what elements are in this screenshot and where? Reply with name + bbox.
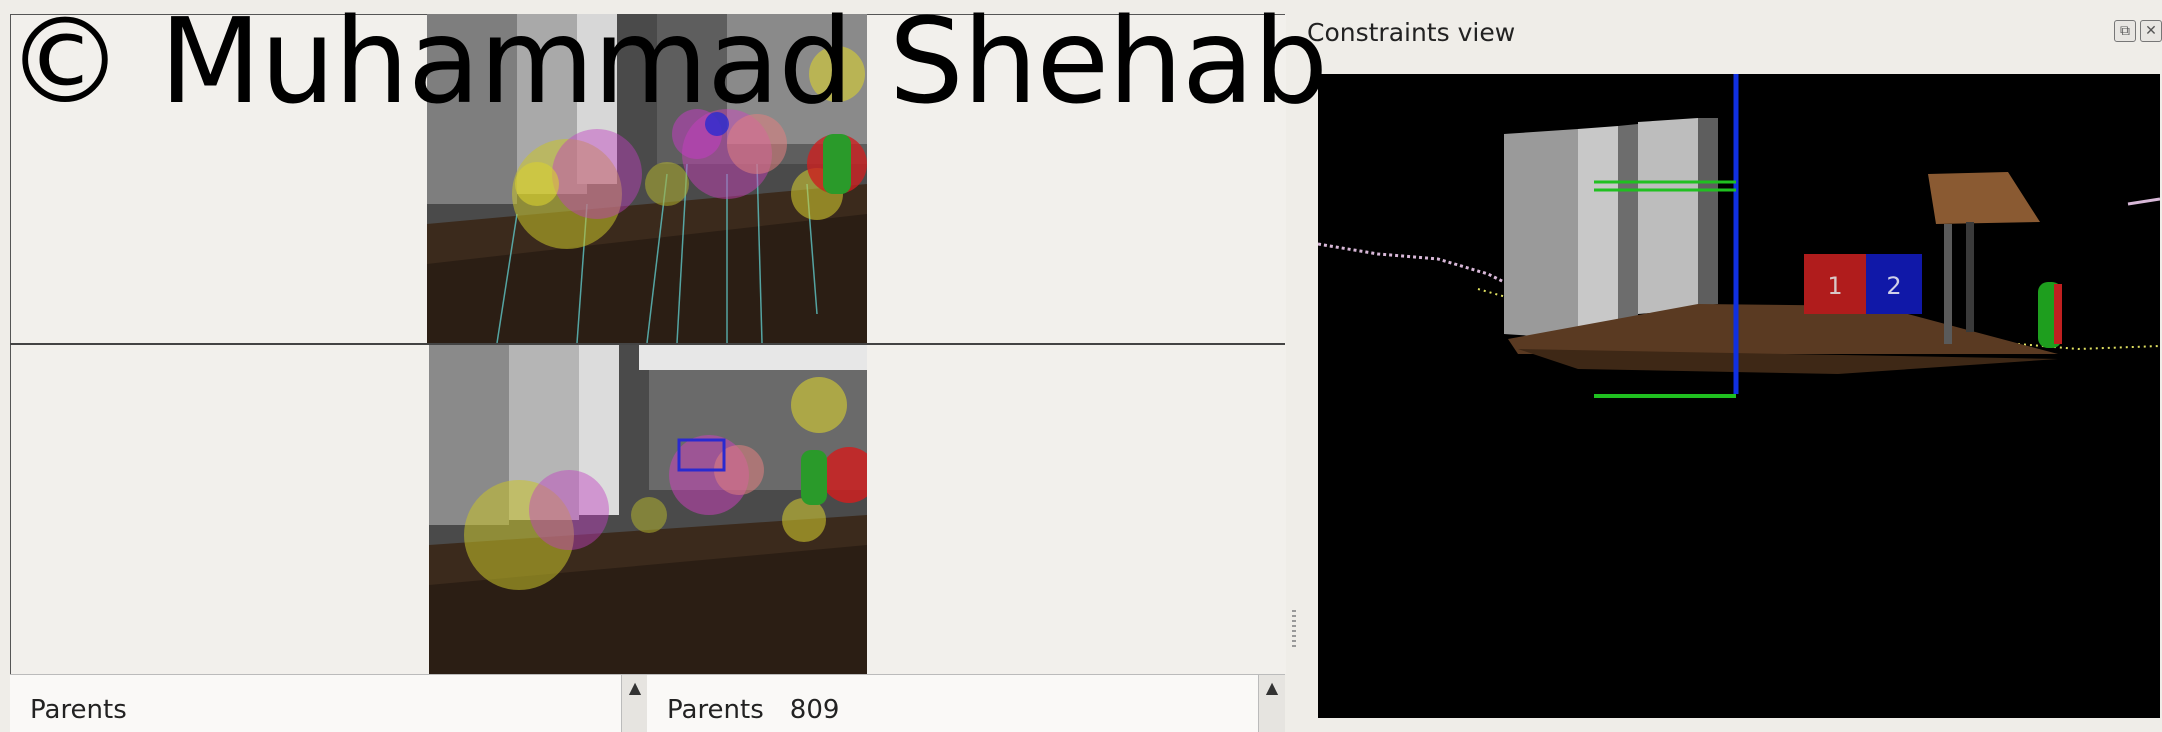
parents-list-left[interactable]: Parents ▲ — [10, 675, 648, 732]
parents-list-right[interactable]: Parents 809 ▲ — [647, 675, 1285, 732]
camera-image-bottom — [429, 345, 867, 674]
splitter-grip[interactable] — [1292, 610, 1296, 650]
box-label-1: 1 — [1827, 272, 1842, 300]
float-window-icon[interactable]: ⧉ — [2114, 20, 2136, 42]
scrollbar-up-right[interactable]: ▲ — [1258, 675, 1285, 732]
scrollbar-up-left[interactable]: ▲ — [621, 675, 648, 732]
constraints-panel-title: Constraints view — [1307, 18, 1516, 47]
close-icon[interactable]: ✕ — [2140, 20, 2162, 42]
constraints-3d-view[interactable]: 1 2 — [1317, 74, 2161, 718]
parents-label-right: Parents 809 — [667, 695, 840, 725]
watermark-text: © Muhammad Shehab — [6, 0, 1328, 130]
dock-buttons: ⧉ ✕ — [2110, 20, 2162, 42]
parents-lists-bar: Parents ▲ Parents 809 ▲ — [10, 674, 1285, 732]
parents-count: 809 — [789, 695, 840, 725]
parents-label-left: Parents — [30, 695, 127, 725]
box-label-2: 2 — [1886, 272, 1901, 300]
